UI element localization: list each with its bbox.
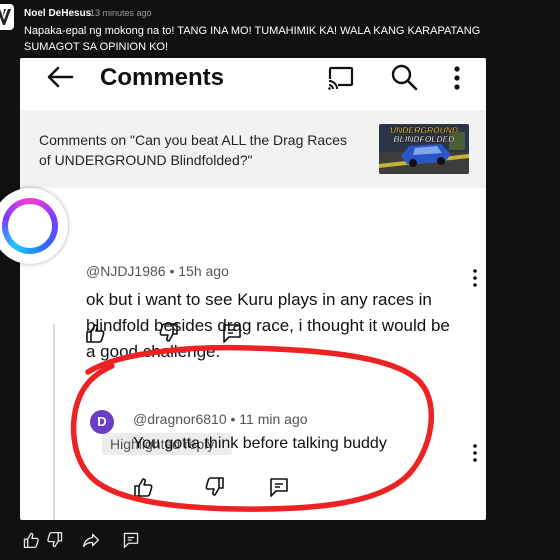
post-thumb-down-icon[interactable] bbox=[46, 531, 64, 549]
comment-text: ok but i want to see Kuru plays in any r… bbox=[86, 290, 450, 361]
reply-thumb-down-icon[interactable] bbox=[204, 476, 226, 498]
comment-more-icon[interactable] bbox=[470, 268, 480, 288]
poster-avatar[interactable] bbox=[0, 4, 14, 30]
post-thumb-up-icon[interactable] bbox=[22, 531, 40, 549]
poster-name[interactable]: Noel DeHesus bbox=[24, 8, 91, 19]
top-app-bar: Comments bbox=[20, 58, 486, 96]
thumbnail-title-line2: BLINDFOLDED bbox=[394, 134, 455, 144]
reply-avatar[interactable]: D bbox=[90, 410, 114, 434]
page-title: Comments bbox=[100, 64, 225, 91]
facebook-post-header: Noel DeHesus 13 minutes ago Napaka-epal … bbox=[0, 0, 560, 58]
post-reply-icon[interactable] bbox=[122, 531, 140, 549]
poster-avatar-logo-icon bbox=[0, 9, 11, 25]
comment-reply-icon[interactable] bbox=[221, 322, 243, 344]
commenter-avatar-ring bbox=[2, 198, 58, 254]
reply-more-icon[interactable] bbox=[470, 443, 480, 463]
thread-line bbox=[53, 324, 55, 520]
post-text: Napaka-epal ng mokong na to! TANG INA MO… bbox=[24, 25, 481, 53]
more-vert-icon[interactable] bbox=[450, 64, 464, 92]
screenshot-root: Noel DeHesus 13 minutes ago Napaka-epal … bbox=[0, 0, 560, 560]
comment-author-handle[interactable]: @NJDJ1986 • 15h ago bbox=[86, 263, 229, 279]
comment-thumb-up-icon[interactable] bbox=[84, 322, 106, 344]
video-thumbnail-art: UNDERGROUND BLINDFOLDED bbox=[379, 124, 469, 174]
commenter-avatar-center bbox=[8, 204, 52, 248]
back-arrow-icon[interactable] bbox=[45, 64, 75, 90]
reply-text: You gotta think before talking buddy bbox=[133, 435, 387, 452]
reply-thumb-up-icon[interactable] bbox=[132, 476, 154, 498]
reply-author-handle[interactable]: @dragnor6810 • 11 min ago bbox=[133, 411, 308, 427]
cast-icon[interactable] bbox=[326, 65, 356, 91]
video-thumbnail[interactable]: UNDERGROUND BLINDFOLDED bbox=[379, 124, 469, 174]
post-share-icon[interactable] bbox=[82, 531, 100, 549]
search-icon[interactable] bbox=[390, 63, 418, 91]
video-context-label[interactable]: Comments on "Can you beat ALL the Drag R… bbox=[39, 130, 359, 170]
post-timestamp[interactable]: 13 minutes ago bbox=[90, 8, 152, 18]
reply-reply-icon[interactable] bbox=[268, 476, 290, 498]
comment-thumb-down-icon[interactable] bbox=[158, 322, 180, 344]
